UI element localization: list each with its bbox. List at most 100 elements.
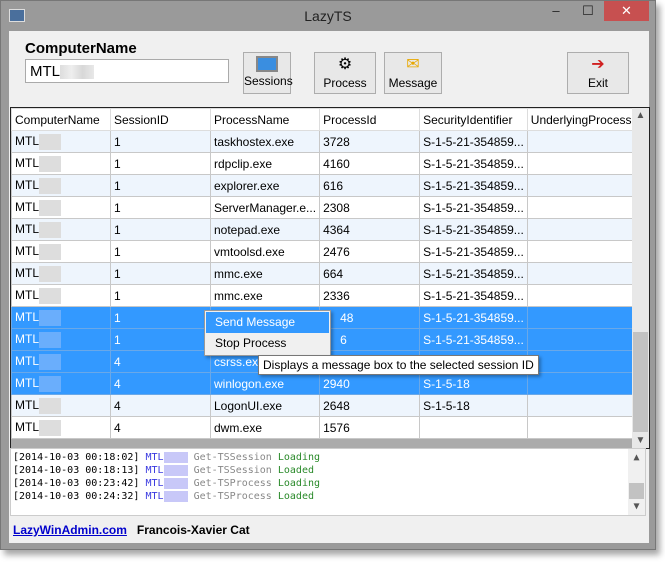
cell-text: 1 (114, 288, 121, 303)
table-cell: S-1-5-21-354859... (419, 174, 528, 197)
scroll-up-icon[interactable]: ▲ (632, 110, 649, 121)
table-row[interactable]: MTL 1 mmc.exe 2336 S-1-5-21-354859... (11, 284, 636, 307)
column-header[interactable]: ProcessName (209, 108, 321, 131)
table-cell: notepad.exe (209, 218, 321, 241)
table-row[interactable]: MTL 1 rdpclip.exe 4160 S-1-5-21-354859... (11, 152, 636, 175)
exit-label: Exit (587, 76, 608, 90)
log-status: Loading (277, 478, 321, 489)
context-menu: Send Message Stop Process (204, 310, 331, 356)
table-cell (526, 306, 636, 329)
column-header[interactable]: SessionID (110, 108, 211, 131)
process-label: Process (323, 76, 367, 90)
cell-text: S-1-5-21-354859... (423, 266, 524, 281)
cell-text: 4160 (323, 156, 350, 171)
table-cell: S-1-5-18 (419, 394, 528, 417)
scroll-thumb[interactable] (633, 332, 648, 432)
table-cell: 48 (319, 306, 421, 329)
menu-item-stop-process[interactable]: Stop Process (206, 333, 329, 354)
table-cell: 1 (110, 130, 211, 153)
table-row[interactable]: MTL 1 vmtoolsd.exe 2476 S-1-5-21-354859... (11, 240, 636, 263)
cell-text: 1 (114, 310, 121, 325)
column-header[interactable]: UnderlyingProcess (526, 108, 636, 131)
cell-text: MTL (15, 155, 39, 170)
cell-text: MTL (15, 309, 39, 324)
computer-name-input[interactable]: MTL (25, 59, 229, 83)
grid-scrollbar[interactable]: ▲ ▼ (632, 108, 649, 448)
table-cell: 664 (319, 262, 421, 285)
cell-text: MTL (15, 397, 39, 412)
cell-text: MTL (15, 265, 39, 280)
cell-text: S-1-5-18 (423, 398, 470, 413)
table-cell: 1 (110, 328, 211, 351)
column-header[interactable]: SecurityIdentifier (419, 108, 528, 131)
sessions-button[interactable]: Sessions (243, 52, 293, 94)
table-cell: MTL (11, 262, 111, 285)
cell-text: 1576 (323, 420, 350, 435)
table-row[interactable]: MTL 1 explorer.exe 616 S-1-5-21-354859... (11, 174, 636, 197)
app-icon (9, 9, 25, 22)
log-line: [2014-10-03 00:24:32] MTL Get-TSProcess … (13, 490, 643, 503)
table-cell: MTL (11, 196, 111, 219)
computer-name-label: ComputerName (25, 40, 137, 57)
cell-text: dwm.exe (214, 420, 263, 435)
redacted (163, 451, 188, 463)
table-cell (526, 152, 636, 175)
log-cmd: Get-TSProcess (193, 478, 272, 489)
table-cell: 2648 (319, 394, 421, 417)
website-link[interactable]: LazyWinAdmin.com (13, 523, 127, 537)
cell-text: 1 (114, 134, 121, 149)
grid-table: ComputerName SessionID ProcessName ProcessI… (11, 108, 636, 439)
envelope-icon: ✉ (406, 56, 420, 73)
column-header[interactable]: ProcessId (319, 108, 421, 131)
table-cell: 1 (110, 262, 211, 285)
cell-text: 3728 (323, 134, 350, 149)
redacted (39, 155, 61, 172)
exit-button[interactable]: ➔ Exit (567, 52, 629, 94)
table-row[interactable]: MTL 1 ServerManager.e... 2308 S-1-5-21-35485… (11, 196, 636, 219)
redacted (39, 243, 61, 260)
table-row[interactable]: MTL 1 taskhostex.exe 3728 S-1-5-21-354859... (11, 130, 636, 153)
process-button[interactable]: ⚙ Process (314, 52, 376, 94)
log-output[interactable]: ▲ ▼ [2014-10-03 00:18:02] MTL Get-TSSessio… (10, 448, 646, 516)
cell-text: notepad.exe (214, 222, 281, 237)
table-cell: S-1-5-21-354859... (419, 240, 528, 263)
close-button[interactable]: ✕ (604, 1, 649, 21)
table-cell: 4160 (319, 152, 421, 175)
redacted (60, 65, 94, 80)
table-row[interactable]: MTL 4 dwm.exe 1576 (11, 416, 636, 439)
table-row[interactable]: MTL 1 mmc.exe 664 S-1-5-21-354859... (11, 262, 636, 285)
table-row[interactable]: MTL 4 LogonUI.exe 2648 S-1-5-18 (11, 394, 636, 417)
redacted (39, 397, 61, 414)
process-grid[interactable]: ComputerName SessionID ProcessName ProcessI… (10, 107, 650, 449)
table-row[interactable]: MTL 4 winlogon.exe 2940 S-1-5-18 (11, 372, 636, 395)
scroll-down-icon[interactable]: ▼ (632, 435, 649, 446)
table-cell: S-1-5-21-354859... (419, 196, 528, 219)
table-cell: mmc.exe (209, 262, 321, 285)
message-button[interactable]: ✉ Message (384, 52, 442, 94)
cell-text: MTL (15, 133, 39, 148)
table-cell: 2476 (319, 240, 421, 263)
table-cell (526, 240, 636, 263)
minimize-button[interactable]: – (541, 1, 571, 21)
redacted (39, 133, 61, 150)
cell-text: 6 (340, 332, 347, 347)
table-cell: winlogon.exe (209, 372, 321, 395)
cell-text: 48 (340, 310, 354, 325)
tooltip: Displays a message box to the selected s… (258, 355, 539, 375)
column-header[interactable]: ComputerName (11, 108, 111, 131)
table-cell: 1 (110, 196, 211, 219)
log-host: MTL (145, 465, 164, 476)
menu-item-send-message[interactable]: Send Message (206, 312, 329, 333)
table-cell: MTL (11, 328, 111, 351)
table-row[interactable]: MTL 1 notepad.exe 4364 S-1-5-21-354859... (11, 218, 636, 241)
cell-text: MTL (15, 419, 39, 434)
cell-text: S-1-5-21-354859... (423, 332, 524, 347)
redacted (39, 375, 61, 392)
table-cell (526, 130, 636, 153)
log-scrollbar[interactable]: ▲ ▼ (628, 449, 645, 515)
window: LazyTS – ☐ ✕ ComputerName MTL Sessions ⚙… (0, 0, 656, 550)
maximize-button[interactable]: ☐ (573, 1, 603, 21)
table-cell: MTL (11, 372, 111, 395)
cell-text: mmc.exe (214, 288, 263, 303)
table-cell (526, 174, 636, 197)
